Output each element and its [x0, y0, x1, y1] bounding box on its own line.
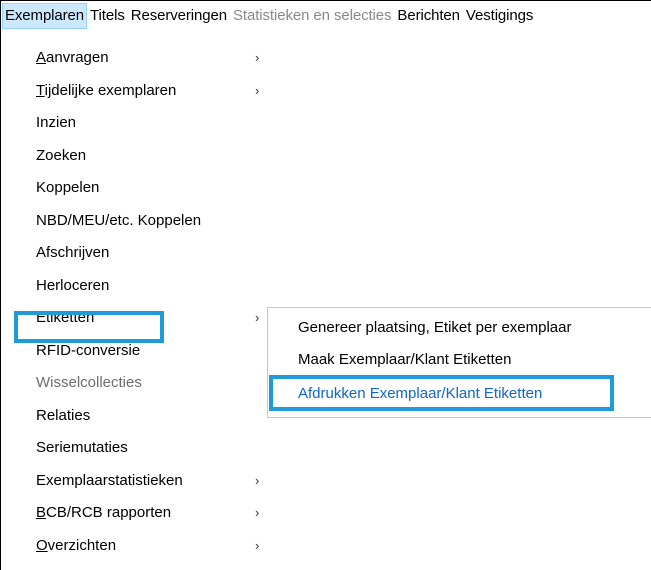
menu-item-label: CB/RCB rapporten: [46, 504, 172, 521]
menu-item-herloceren[interactable]: Herloceren: [19, 270, 269, 303]
submenu-item-genereer-plaatsing[interactable]: Genereer plaatsing, Etiket per exemplaar: [298, 312, 571, 344]
menu-item-koppelen[interactable]: Koppelen: [19, 172, 269, 205]
menu-item-relaties[interactable]: Relaties: [19, 400, 269, 433]
menu-item-afschrijven[interactable]: Afschrijven: [19, 237, 269, 270]
menu-item-exemplaarstatistieken[interactable]: Exemplaarstatistieken ›: [19, 465, 269, 498]
menu-item-label: ijdelijke exemplaren: [44, 81, 177, 99]
menu-statistieken-en-selecties[interactable]: Statistieken en selecties: [230, 3, 394, 29]
menu-exemplaren[interactable]: Exemplaren: [2, 3, 88, 29]
app-window: Exemplaren Titels Reserveringen Statisti…: [0, 0, 651, 570]
menu-item-wisselcollecties: Wisselcollecties: [36, 374, 142, 391]
menu-vestigings[interactable]: Vestigings: [463, 3, 536, 29]
menu-berichten[interactable]: Berichten: [394, 3, 462, 29]
menu-item-tijdelijke-exemplaren[interactable]: Tijdelijke exemplaren ›: [19, 75, 269, 108]
etiketten-highlight-box: [14, 311, 164, 343]
menu-item-bcb-rcb-rapporten[interactable]: BCB/RCB rapporten ›: [19, 497, 269, 530]
chevron-right-icon: ›: [255, 82, 260, 98]
menu-item-mnemonic: T: [36, 81, 45, 99]
chevron-right-icon: ›: [255, 50, 260, 65]
menu-item-inzien[interactable]: Inzien: [19, 107, 269, 140]
menu-item-mnemonic: B: [36, 504, 47, 521]
menu-reserveringen[interactable]: Reserveringen: [128, 3, 230, 29]
exemplaren-dropdown-menu: Aanvragen › Tijdelijke exemplaren › Inzi…: [19, 42, 269, 562]
submenu-top-border: [267, 307, 651, 308]
submenu-item-maak-etiketten[interactable]: Maak Exemplaar/Klant Etiketten: [298, 344, 511, 376]
afdrukken-highlight-box: [269, 375, 614, 411]
menu-item-mnemonic: O: [36, 536, 48, 554]
menu-item-label: anvragen: [46, 49, 109, 66]
menu-titels[interactable]: Titels: [87, 3, 128, 29]
menu-item-seriemutaties[interactable]: Seriemutaties: [19, 432, 269, 465]
menu-item-overzichten[interactable]: Overzichten ›: [19, 530, 269, 563]
chevron-right-icon: ›: [255, 505, 260, 520]
chevron-right-icon: ›: [255, 537, 260, 553]
menu-item-label: Exemplaarstatistieken: [36, 471, 183, 489]
menu-item-zoeken[interactable]: Zoeken: [19, 140, 269, 173]
menu-bar: Exemplaren Titels Reserveringen Statisti…: [2, 2, 651, 30]
menu-item-aanvragen[interactable]: Aanvragen ›: [19, 42, 269, 75]
chevron-right-icon: ›: [255, 310, 260, 325]
menu-item-mnemonic: A: [36, 49, 47, 66]
menu-item-label: verzichten: [47, 536, 117, 554]
menu-item-nbd-meu-koppelen[interactable]: NBD/MEU/etc. Koppelen: [19, 205, 269, 238]
chevron-right-icon: ›: [255, 472, 260, 488]
